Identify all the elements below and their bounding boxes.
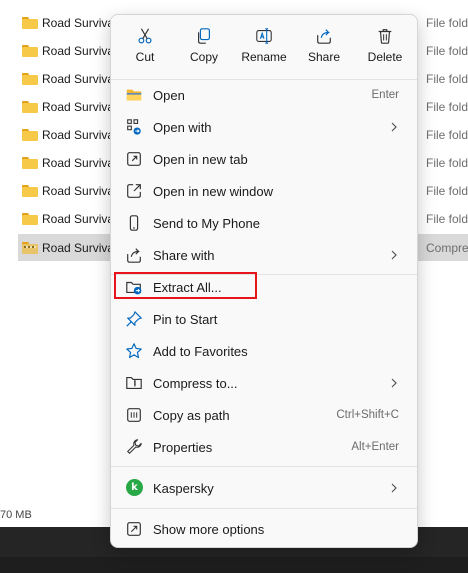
folder-icon <box>22 16 38 29</box>
menu-item-properties[interactable]: Properties Alt+Enter <box>115 431 413 463</box>
wrench-icon <box>127 439 142 454</box>
menu-item-add-to-favorites[interactable]: Add to Favorites <box>115 335 413 367</box>
file-type: File fold <box>426 183 468 198</box>
folder-icon <box>22 72 38 85</box>
chevron-right-icon <box>391 250 397 260</box>
zip-folder-icon <box>126 377 142 389</box>
folder-icon <box>22 44 38 57</box>
copy-path-icon <box>127 408 141 422</box>
file-name: Road Surviva <box>42 155 115 170</box>
menu-item-label: Show more options <box>153 522 265 537</box>
menu-item-open-new-tab[interactable]: Open in new tab <box>115 143 413 175</box>
menu-item-label: Open with <box>153 120 212 135</box>
menu-item-share-with[interactable]: Share with <box>115 239 413 271</box>
copy-button[interactable]: Copy <box>174 23 234 71</box>
open-with-icon <box>127 119 141 135</box>
folder-icon <box>22 212 38 225</box>
menu-divider <box>111 508 417 509</box>
file-type: File fold <box>426 155 468 170</box>
share-button[interactable]: Share <box>294 23 354 71</box>
rename-icon <box>256 28 272 44</box>
pin-icon <box>126 311 142 327</box>
new-tab-icon <box>127 152 141 166</box>
selection-size: 70 MB <box>0 509 32 521</box>
folder-open-icon <box>126 89 142 101</box>
menu-item-label: Send to My Phone <box>153 216 260 231</box>
menu-item-label: Copy as path <box>153 408 230 423</box>
menu-divider <box>111 466 417 467</box>
folder-icon <box>22 184 38 197</box>
chevron-right-icon <box>391 122 397 132</box>
menu-item-show-more-options[interactable]: Show more options <box>115 513 413 545</box>
chevron-right-icon <box>391 378 397 388</box>
folder-icon <box>22 156 38 169</box>
folder-icon <box>22 128 38 141</box>
shortcut-text: Alt+Enter <box>351 441 399 453</box>
share-with-icon <box>127 248 141 263</box>
menu-toolbar: Cut Copy Rename Share Delete <box>111 15 417 77</box>
menu-item-pin-to-start[interactable]: Pin to Start <box>115 303 413 335</box>
shortcut-text: Ctrl+Shift+C <box>336 409 399 421</box>
menu-item-label: Properties <box>153 440 213 455</box>
file-name: Road Surviva <box>42 211 115 226</box>
menu-item-open[interactable]: Open Enter <box>115 79 413 111</box>
delete-button[interactable]: Delete <box>355 23 415 71</box>
star-icon <box>126 343 142 359</box>
file-type: File fold <box>426 43 468 58</box>
new-window-icon <box>127 184 141 198</box>
show-more-icon <box>127 522 141 536</box>
menu-item-label: Open in new window <box>153 184 273 199</box>
folder-icon <box>22 100 38 113</box>
menu-item-send-to-phone[interactable]: Send to My Phone <box>115 207 413 239</box>
shortcut-text: Enter <box>371 89 400 101</box>
cut-label: Cut <box>135 50 155 64</box>
scissors-icon <box>138 28 152 44</box>
file-type: File fold <box>426 71 468 86</box>
share-icon <box>317 29 331 44</box>
trash-icon <box>378 29 392 44</box>
file-type: File fold <box>426 15 468 30</box>
file-name: Road Surviva <box>42 43 115 58</box>
kaspersky-icon: k <box>126 479 143 496</box>
file-type: File fold <box>426 127 468 142</box>
phone-icon <box>129 215 139 231</box>
menu-item-kaspersky[interactable]: k Kaspersky <box>115 472 413 504</box>
menu-item-compress-to[interactable]: Compress to... <box>115 367 413 399</box>
rename-button[interactable]: Rename <box>234 23 294 71</box>
menu-item-label: Kaspersky <box>153 481 214 496</box>
menu-item-label: Pin to Start <box>153 312 218 327</box>
file-name: Road Surviva <box>42 127 115 142</box>
menu-item-label: Open in new tab <box>153 152 248 167</box>
menu-item-open-with[interactable]: Open with <box>115 111 413 143</box>
highlight-annotation <box>114 272 257 299</box>
cut-button[interactable]: Cut <box>115 23 175 71</box>
copy-label: Copy <box>189 50 218 64</box>
file-type: Compres <box>426 240 468 255</box>
share-label: Share <box>307 50 341 64</box>
file-type: File fold <box>426 211 468 226</box>
menu-item-open-new-window[interactable]: Open in new window <box>115 175 413 207</box>
file-name: Road Surviva <box>42 71 115 86</box>
menu-item-label: Open <box>153 88 185 103</box>
menu-item-label: Compress to... <box>153 376 238 391</box>
copy-icon <box>198 28 210 44</box>
file-name: Road Surviva <box>42 240 115 255</box>
chevron-right-icon <box>391 483 397 493</box>
file-name: Road Surviva <box>42 99 115 114</box>
file-name: Road Surviva <box>42 15 115 30</box>
file-name: Road Surviva <box>42 183 115 198</box>
menu-item-label: Share with <box>153 248 215 263</box>
file-type: File fold <box>426 99 468 114</box>
menu-item-copy-as-path[interactable]: Copy as path Ctrl+Shift+C <box>115 399 413 431</box>
zip-folder-icon <box>22 241 38 254</box>
rename-label: Rename <box>241 50 287 64</box>
delete-label: Delete <box>367 50 403 64</box>
menu-item-label: Add to Favorites <box>153 344 248 359</box>
